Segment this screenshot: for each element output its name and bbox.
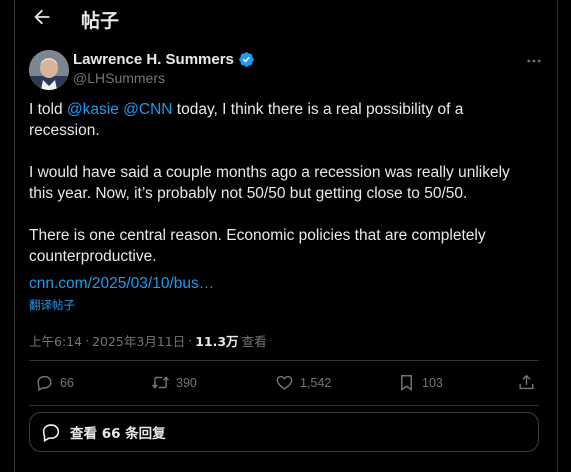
like-button[interactable]: 1,542	[275, 373, 331, 392]
reply-count: 66	[60, 375, 74, 390]
top-bar: 帖子	[15, 0, 557, 36]
heart-icon	[276, 375, 293, 390]
action-bar: 66 390 1,542 103	[29, 373, 539, 395]
mention-kasie[interactable]: @kasie	[67, 101, 119, 118]
divider	[29, 360, 539, 361]
like-count: 1,542	[300, 375, 332, 390]
repost-icon	[152, 376, 169, 389]
bookmark-button[interactable]: 103	[397, 373, 443, 392]
bookmark-count: 103	[422, 375, 443, 390]
meta-separator: ·	[85, 333, 90, 348]
post-time[interactable]: 上午6:14	[29, 331, 82, 350]
post-date[interactable]: 2025年3月11日	[92, 331, 185, 350]
avatar[interactable]	[29, 50, 69, 90]
author-name-row: Lawrence H. Summers	[73, 51, 255, 68]
bookmark-icon	[401, 375, 412, 391]
tweet-text-segment: I told	[29, 101, 67, 118]
repost-button[interactable]: 390	[151, 373, 197, 392]
mention-cnn[interactable]: @CNN	[123, 101, 172, 118]
tweet-paragraph-1: I told @kasie @CNN today, I think there …	[29, 99, 529, 141]
reply-icon	[37, 375, 52, 392]
post-metadata: 上午6:14 · 2025年3月11日 · 11.3万 查看	[29, 331, 267, 350]
back-arrow-icon[interactable]	[31, 6, 53, 28]
view-replies-button[interactable]: 查看 66 条回复	[29, 412, 539, 452]
translate-post-link[interactable]: 翻译帖子	[29, 297, 75, 313]
author-name[interactable]: Lawrence H. Summers	[73, 51, 234, 68]
more-options-icon[interactable]	[525, 52, 543, 70]
views-label: 查看	[241, 334, 267, 349]
meta-separator: ·	[188, 333, 193, 348]
reply-button[interactable]: 66	[35, 373, 74, 392]
post-panel: 帖子 Lawrence H. Summers @LHSummers I told…	[14, 0, 558, 472]
repost-count: 390	[176, 375, 197, 390]
avatar-photo-icon	[29, 50, 69, 90]
tweet-paragraph-2: I would have said a couple months ago a …	[29, 164, 510, 202]
share-button[interactable]	[517, 373, 536, 392]
views-count: 11.3万	[195, 334, 239, 349]
verified-badge-icon	[239, 52, 254, 67]
article-link[interactable]: cnn.com/2025/03/10/bus…	[29, 275, 214, 293]
share-icon	[519, 374, 534, 390]
author-handle[interactable]: @LHSummers	[73, 70, 165, 86]
divider	[29, 405, 539, 406]
chat-bubble-icon	[42, 424, 60, 443]
view-replies-label: 查看 66 条回复	[70, 426, 166, 442]
tweet-paragraph-3: There is one central reason. Economic po…	[29, 227, 486, 265]
tweet-text: I told @kasie @CNN today, I think there …	[29, 99, 529, 267]
page-title: 帖子	[81, 10, 120, 32]
